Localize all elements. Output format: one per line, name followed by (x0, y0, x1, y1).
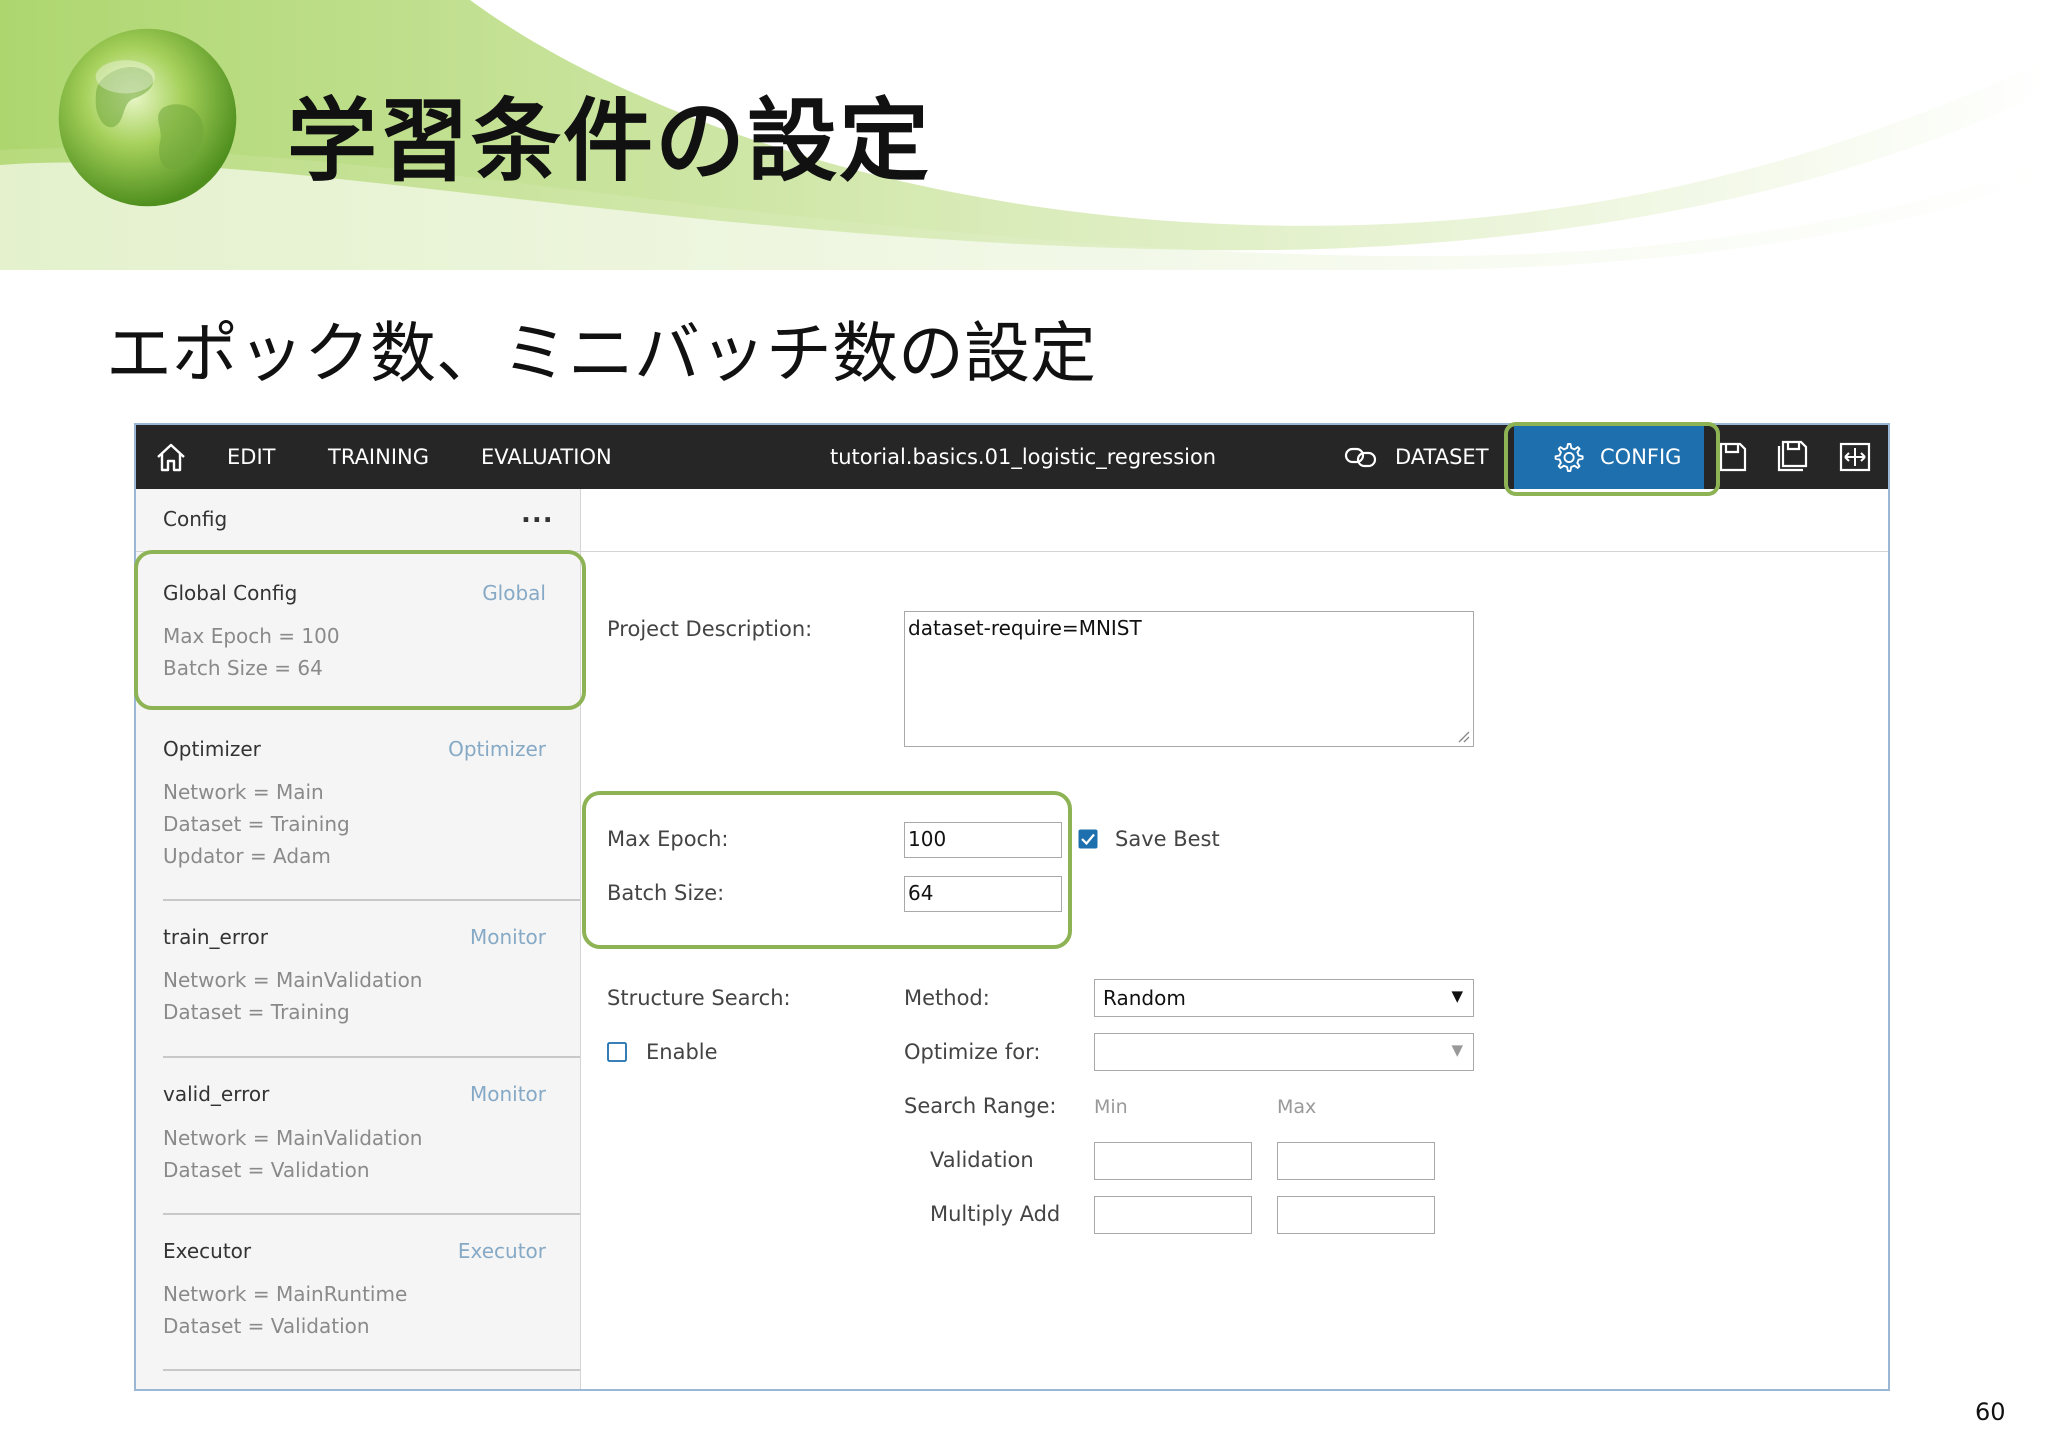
globe-logo-icon (58, 28, 237, 207)
optimize-for-select[interactable]: ▼ (1094, 1033, 1474, 1071)
multiply-add-max-input[interactable] (1277, 1196, 1435, 1234)
enable-label: Enable (646, 1040, 718, 1064)
item-title: valid_error (163, 1082, 270, 1106)
save-best-checkbox[interactable] (1078, 829, 1098, 849)
method-label: Method: (904, 986, 990, 1010)
tab-edit[interactable]: EDIT (227, 425, 275, 489)
project-name: tutorial.basics.01_logistic_regression (830, 445, 1217, 469)
item-line: Dataset = Validation (163, 1158, 370, 1182)
item-title: Optimizer (163, 737, 261, 761)
epoch-batch-highlight (582, 791, 1072, 949)
optimize-for-label: Optimize for: (904, 1040, 1041, 1064)
save-as-icon[interactable] (1776, 439, 1810, 473)
item-line: Network = Main (163, 780, 324, 804)
item-line: Dataset = Training (163, 1000, 350, 1024)
method-select[interactable]: Random ▼ (1094, 979, 1474, 1017)
item-line: Updator = Adam (163, 844, 331, 868)
validation-max-input[interactable] (1277, 1142, 1435, 1180)
item-line: Dataset = Training (163, 812, 350, 836)
slide-title: 学習条件の設定 (287, 89, 931, 194)
project-description-textarea[interactable]: dataset-require=MNIST (904, 611, 1474, 747)
dropdown-arrow-icon: ▼ (1451, 987, 1463, 1005)
item-line: Network = MainRuntime (163, 1282, 408, 1306)
sidebar-header: Config ... (136, 489, 580, 552)
config-tab-highlight (1504, 422, 1720, 496)
page-number: 60 (1975, 1398, 2006, 1426)
resize-handle-icon[interactable] (1456, 729, 1470, 743)
item-title: Executor (163, 1239, 252, 1263)
validation-min-input[interactable] (1094, 1142, 1252, 1180)
min-column-label: Min (1094, 1096, 1128, 1118)
structure-search-label: Structure Search: (607, 986, 791, 1010)
item-title: train_error (163, 925, 268, 949)
save-best-label: Save Best (1115, 827, 1220, 851)
method-select-value: Random (1103, 986, 1186, 1010)
divider (163, 1369, 580, 1371)
slide-subtitle: エポック数、ミニバッチ数の設定 (106, 315, 1096, 392)
item-type: Monitor (469, 1082, 546, 1106)
item-line: Network = MainValidation (163, 1126, 423, 1150)
enable-checkbox[interactable] (607, 1042, 627, 1062)
sidebar-title: Config (163, 507, 228, 531)
fit-window-icon[interactable] (1839, 442, 1871, 472)
dataset-link-icon (1344, 447, 1377, 468)
tab-dataset[interactable]: DATASET (1395, 425, 1489, 489)
main-panel-header (581, 489, 1888, 552)
divider (163, 1056, 580, 1058)
more-options-button[interactable]: ... (521, 499, 554, 529)
global-config-highlight (134, 550, 586, 710)
validation-label: Validation (930, 1148, 1034, 1172)
max-column-label: Max (1277, 1096, 1317, 1118)
search-range-label: Search Range: (904, 1094, 1057, 1118)
dropdown-arrow-icon: ▼ (1451, 1041, 1463, 1059)
item-line: Network = MainValidation (163, 968, 423, 992)
home-icon[interactable] (154, 441, 188, 473)
item-type: Monitor (469, 925, 546, 949)
project-description-label: Project Description: (607, 617, 813, 641)
item-line: Dataset = Validation (163, 1314, 370, 1338)
save-icon[interactable] (1718, 441, 1748, 473)
divider (163, 899, 580, 901)
multiply-add-min-input[interactable] (1094, 1196, 1252, 1234)
multiply-add-label: Multiply Add (930, 1202, 1061, 1226)
item-type: Executor (457, 1239, 546, 1263)
item-type: Optimizer (448, 737, 546, 761)
divider (163, 1213, 580, 1215)
tab-evaluation[interactable]: EVALUATION (481, 425, 612, 489)
tab-training[interactable]: TRAINING (328, 425, 429, 489)
